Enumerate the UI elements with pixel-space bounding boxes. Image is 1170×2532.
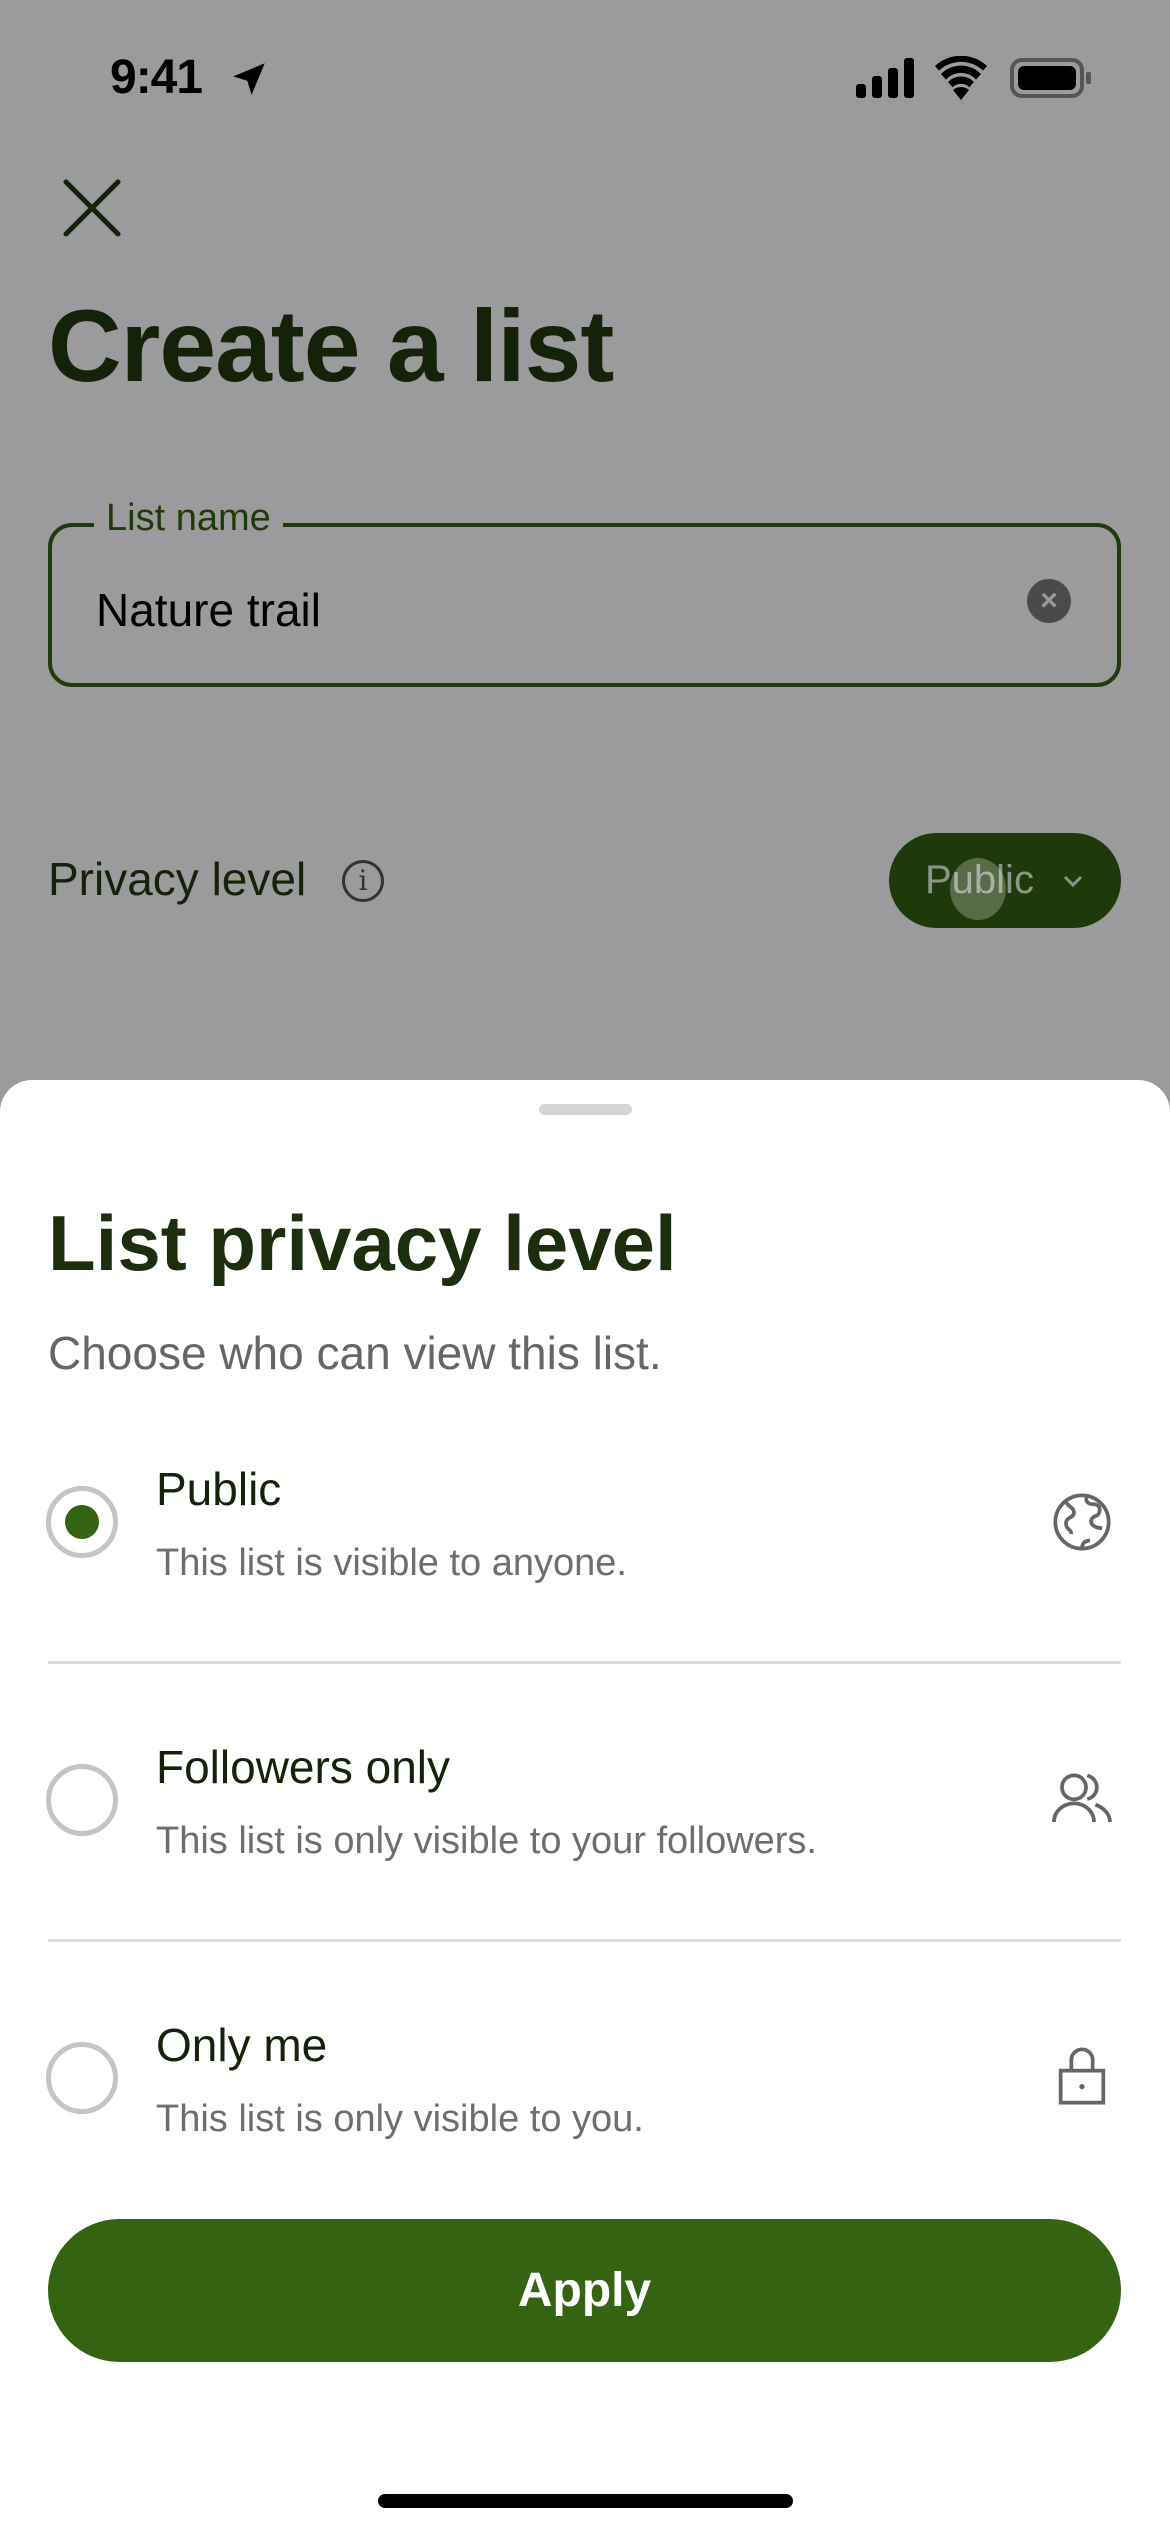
option-public[interactable]: Public This list is visible to anyone. [0,1442,1170,1642]
lock-icon [1058,2047,1106,2105]
option-title: Followers only [156,1741,450,1793]
wifi-icon [935,56,987,100]
list-name-label: List name [94,497,283,540]
option-description: This list is visible to anyone. [156,1542,627,1584]
option-title: Public [156,1463,282,1515]
cellular-signal-icon [856,58,914,98]
radio-followers-only[interactable] [46,1764,118,1836]
option-only-me[interactable]: Only me This list is only visible to you… [0,1998,1170,2198]
list-name-value[interactable]: Nature trail [96,583,321,637]
touch-indicator [950,858,1006,920]
option-description: This list is only visible to your follow… [156,1820,817,1862]
chevron-down-icon [1063,875,1083,887]
divider [48,1661,1121,1664]
sheet-title: List privacy level [48,1199,677,1287]
option-description: This list is only visible to you. [156,2098,644,2140]
clear-circle-icon[interactable]: × [1027,579,1071,623]
info-icon[interactable]: i [342,860,384,902]
page-title: Create a list [48,289,614,403]
apply-button[interactable]: Apply [48,2219,1121,2362]
privacy-level-label: Privacy level [48,853,307,905]
location-arrow-icon [233,63,265,95]
users-icon [1052,1773,1112,1823]
option-title: Only me [156,2019,328,2071]
sheet-subtitle: Choose who can view this list. [48,1327,662,1379]
sheet-drag-handle[interactable] [539,1104,632,1115]
battery-icon [1010,58,1091,98]
status-time: 9:41 [110,51,203,104]
close-icon[interactable] [60,176,124,240]
home-indicator [378,2494,793,2508]
option-followers-only[interactable]: Followers only This list is only visible… [0,1720,1170,1920]
radio-only-me[interactable] [46,2042,118,2114]
divider [48,1939,1121,1942]
list-name-field[interactable]: List name Nature trail × [48,497,1121,687]
globe-icon [1053,1493,1111,1551]
privacy-bottom-sheet: List privacy level Choose who can view t… [0,1080,1170,2532]
radio-public[interactable] [46,1486,118,1558]
